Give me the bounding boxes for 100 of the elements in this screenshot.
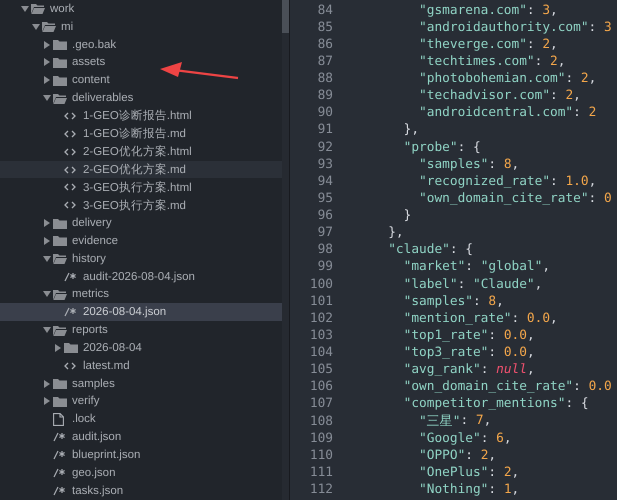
- code-file-icon: [64, 110, 76, 121]
- line-number: 94: [316, 174, 333, 189]
- folder-icon: [53, 92, 67, 104]
- tree-item[interactable]: history: [0, 250, 282, 268]
- code-line: "androidcentral.com": 2: [418, 105, 596, 120]
- code-line: "top1_rate": 0.0,: [402, 328, 535, 343]
- code-file-icon: [64, 128, 76, 139]
- tree-item[interactable]: samples: [0, 374, 282, 393]
- tree-item[interactable]: geo.json: [0, 464, 282, 482]
- line-number: 84: [316, 2, 333, 18]
- line-number: 109: [308, 430, 333, 446]
- tree-item[interactable]: 3-GEO执行方案.md: [0, 196, 282, 214]
- code-line: "OnePlus": 2,: [418, 464, 520, 480]
- tree-item[interactable]: latest.md: [0, 356, 282, 375]
- code-line: "三星": 7,: [418, 412, 492, 430]
- line-number: 98: [316, 242, 333, 258]
- json-file-icon: [53, 468, 65, 478]
- tree-item[interactable]: tasks.json: [0, 482, 282, 500]
- line-number: 106: [308, 379, 333, 394]
- code-line: },: [387, 225, 404, 240]
- tree-item[interactable]: deliverables: [0, 89, 282, 108]
- json-file-icon: [53, 486, 65, 496]
- tree-item[interactable]: reports: [0, 321, 282, 340]
- code-line: "competitor_mentions": {: [402, 396, 589, 412]
- folder-icon: [53, 288, 67, 300]
- code-line: "market": "global",: [402, 259, 550, 274]
- line-number: 100: [308, 276, 333, 292]
- line-number: 111: [308, 464, 333, 480]
- line-number: 104: [308, 345, 333, 360]
- line-number: 88: [316, 71, 333, 86]
- scrollbar[interactable]: [282, 0, 289, 500]
- code-line: },: [402, 122, 420, 138]
- line-number: 105: [308, 362, 333, 378]
- code-line: "samples": 8,: [418, 156, 520, 172]
- code-line: "techadvisor.com": 2,: [418, 88, 581, 104]
- folder-icon: [31, 3, 45, 14]
- json-file-icon: [53, 450, 65, 460]
- code-line: "top3_rate": 0.0,: [402, 345, 535, 360]
- code-line: "label": "Claude",: [402, 276, 542, 292]
- code-line: "probe": {: [402, 140, 481, 155]
- tree-item[interactable]: content: [0, 71, 282, 90]
- code-line: "photobohemian.com": 2,: [418, 71, 596, 86]
- code-line: "mention_rate": 0.0,: [402, 310, 558, 326]
- folder-icon: [53, 74, 67, 86]
- line-number: 90: [316, 105, 333, 120]
- line-number: 93: [316, 156, 333, 172]
- line-number: 95: [316, 190, 333, 206]
- tree-item[interactable]: evidence: [0, 232, 282, 250]
- folder-icon: [53, 56, 67, 68]
- line-number: 101: [308, 294, 333, 309]
- code-line: }: [402, 208, 412, 224]
- code-line: "OPPO": 2,: [418, 448, 496, 463]
- line-number: 99: [316, 259, 333, 274]
- line-number: 86: [316, 36, 333, 52]
- tree-item[interactable]: 1-GEO诊断报告.md: [0, 124, 282, 143]
- code-file-icon: [64, 146, 76, 157]
- folder-icon: [53, 39, 67, 50]
- code-line: "own_domain_cite_rate": 0: [418, 190, 612, 206]
- tree-item[interactable]: 2026-08-04: [0, 339, 282, 357]
- code-line: "theverge.com": 2,: [418, 36, 558, 52]
- folder-icon: [53, 396, 67, 407]
- line-number: 89: [316, 88, 333, 104]
- code-line: "Google": 6,: [418, 430, 512, 446]
- tree-item[interactable]: blueprint.json: [0, 446, 282, 464]
- tree-item[interactable]: assets: [0, 54, 282, 72]
- tree-item[interactable]: mi: [0, 18, 282, 36]
- json-file-icon: [64, 307, 76, 318]
- code-file-icon: [64, 200, 76, 210]
- code-file-icon: [64, 182, 76, 192]
- tree-item[interactable]: verify: [0, 392, 282, 410]
- code-line: "samples": 8,: [402, 294, 504, 309]
- tree-item[interactable]: 2-GEO优化方案.md: [0, 160, 282, 178]
- tree-item[interactable]: 1-GEO诊断报告.html: [0, 107, 282, 125]
- line-number: 108: [308, 414, 333, 429]
- tree-item[interactable]: audit-2026-08-04.json: [0, 268, 282, 286]
- code-line: "avg_rank": null,: [402, 362, 535, 378]
- line-number: 91: [316, 122, 333, 138]
- line-number: 97: [316, 225, 333, 240]
- line-number: 87: [316, 54, 333, 69]
- tree-item[interactable]: 2026-08-04.json: [0, 303, 282, 322]
- folder-icon: [64, 342, 78, 354]
- tree-item[interactable]: metrics: [0, 286, 282, 304]
- code-line: "Nothing": 1,: [418, 482, 520, 498]
- folder-icon: [53, 218, 67, 229]
- code-line: "claude": {: [387, 242, 473, 258]
- json-file-icon: [53, 432, 65, 442]
- line-number: 92: [316, 140, 333, 155]
- tree-item[interactable]: .geo.bak: [0, 36, 282, 54]
- tree-item[interactable]: .lock: [0, 410, 282, 428]
- tree-item[interactable]: 3-GEO执行方案.html: [0, 178, 282, 196]
- tree-item[interactable]: delivery: [0, 214, 282, 232]
- tree-item[interactable]: work: [0, 0, 282, 18]
- code-line: "gsmarena.com": 3,: [418, 2, 558, 18]
- tree-item[interactable]: audit.json: [0, 428, 282, 446]
- line-number: 102: [308, 310, 333, 326]
- code-file-icon: [64, 164, 76, 175]
- code-line: "recognized_rate": 1.0,: [418, 174, 596, 189]
- code-file-icon: [64, 360, 76, 371]
- tree-item[interactable]: 2-GEO优化方案.html: [0, 142, 282, 161]
- line-number: 107: [308, 396, 333, 412]
